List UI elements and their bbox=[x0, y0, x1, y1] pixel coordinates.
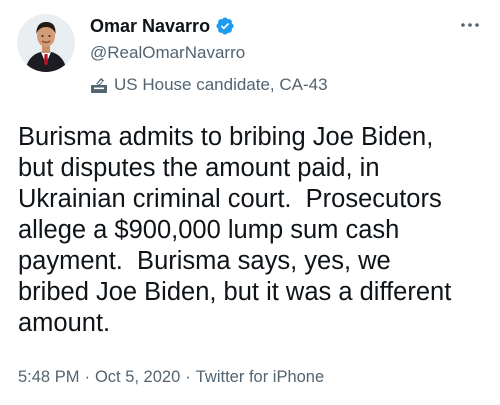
author-label-text: US House candidate, CA-43 bbox=[114, 75, 328, 94]
tweet-card: Omar Navarro @RealOmarNavarro US House c… bbox=[0, 0, 500, 405]
meta-separator: · bbox=[185, 368, 191, 386]
author-label: US House candidate, CA-43 bbox=[90, 74, 430, 96]
tweet-date[interactable]: Oct 5, 2020 bbox=[95, 368, 180, 387]
author-handle[interactable]: @RealOmarNavarro bbox=[90, 42, 430, 64]
meta-separator: · bbox=[84, 368, 90, 386]
tweet-time[interactable]: 5:48 PM bbox=[18, 368, 79, 387]
avatar[interactable] bbox=[17, 14, 75, 72]
avatar-photo bbox=[17, 14, 75, 72]
author-display-name[interactable]: Omar Navarro bbox=[90, 16, 210, 37]
tweet-meta: 5:48 PM · Oct 5, 2020 · Twitter for iPho… bbox=[18, 368, 324, 387]
author-info: Omar Navarro @RealOmarNavarro US House c… bbox=[90, 14, 430, 96]
verified-badge-icon bbox=[215, 16, 235, 36]
tweet-text: Burisma admits to bribing Joe Biden, but… bbox=[18, 123, 452, 337]
ballot-box-icon bbox=[90, 76, 108, 94]
more-options-icon[interactable] bbox=[458, 18, 482, 32]
tweet-source[interactable]: Twitter for iPhone bbox=[196, 368, 324, 387]
name-row: Omar Navarro bbox=[90, 14, 430, 38]
